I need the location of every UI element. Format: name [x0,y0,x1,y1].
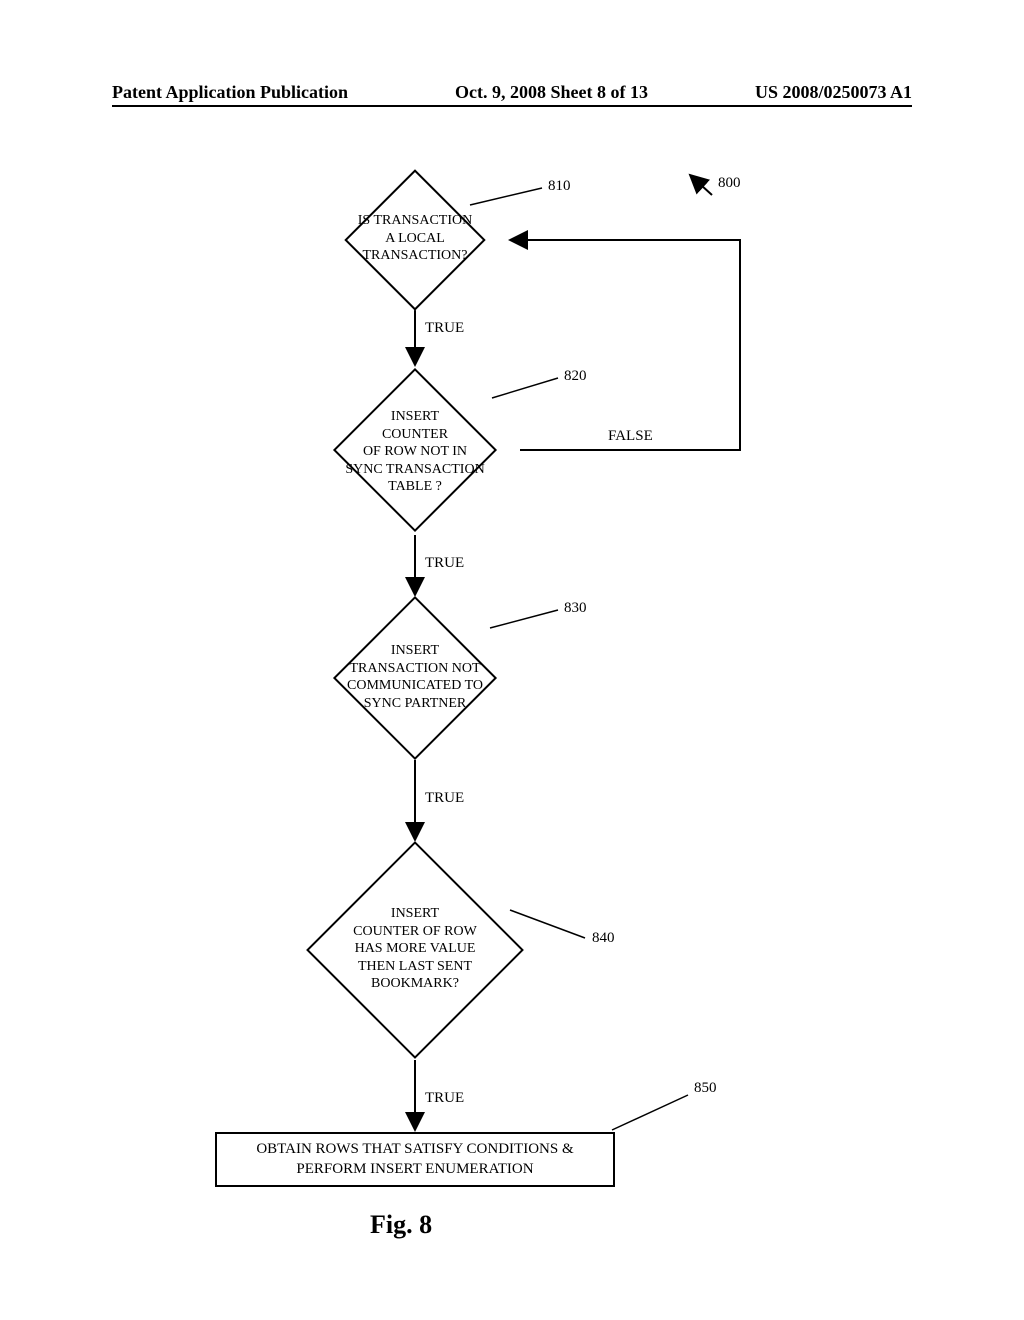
ref-800: 800 [718,175,741,192]
ref-820: 820 [564,368,587,385]
edge-840-true: TRUE [425,1090,464,1107]
edge-810-true: TRUE [425,320,464,337]
decision-840-text: INSERT COUNTER OF ROW HAS MORE VALUE THE… [315,905,515,993]
edge-830-true: TRUE [425,790,464,807]
edge-820-true: TRUE [425,555,464,572]
decision-820-text: INSERT COUNTER OF ROW NOT IN SYNC TRANSA… [315,408,515,496]
flowchart: IS TRANSACTION A LOCAL TRANSACTION? INSE… [0,0,1024,1320]
ref-850: 850 [694,1080,717,1097]
ref-810: 810 [548,178,571,195]
decision-810-text: IS TRANSACTION A LOCAL TRANSACTION? [330,212,500,265]
decision-830-text: INSERT TRANSACTION NOT COMMUNICATED TO S… [315,642,515,712]
figure-caption: Fig. 8 [370,1210,432,1240]
process-850: OBTAIN ROWS THAT SATISFY CONDITIONS & PE… [215,1132,615,1187]
ref-830: 830 [564,600,587,617]
ref-840: 840 [592,930,615,947]
edge-820-false: FALSE [608,428,653,445]
